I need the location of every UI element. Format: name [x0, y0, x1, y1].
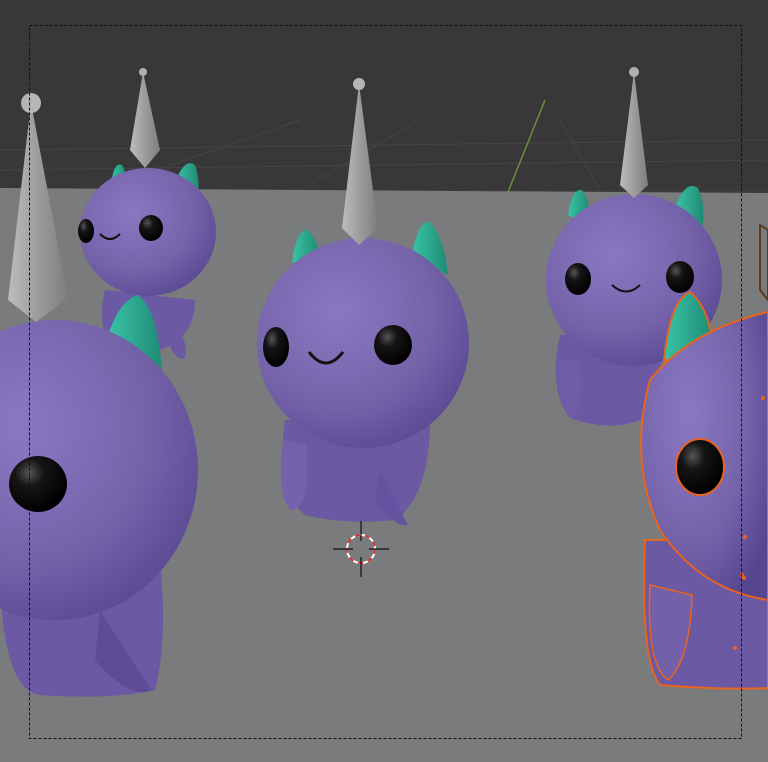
3d-viewport[interactable] — [0, 0, 768, 762]
viewport-canvas[interactable] — [0, 0, 768, 762]
